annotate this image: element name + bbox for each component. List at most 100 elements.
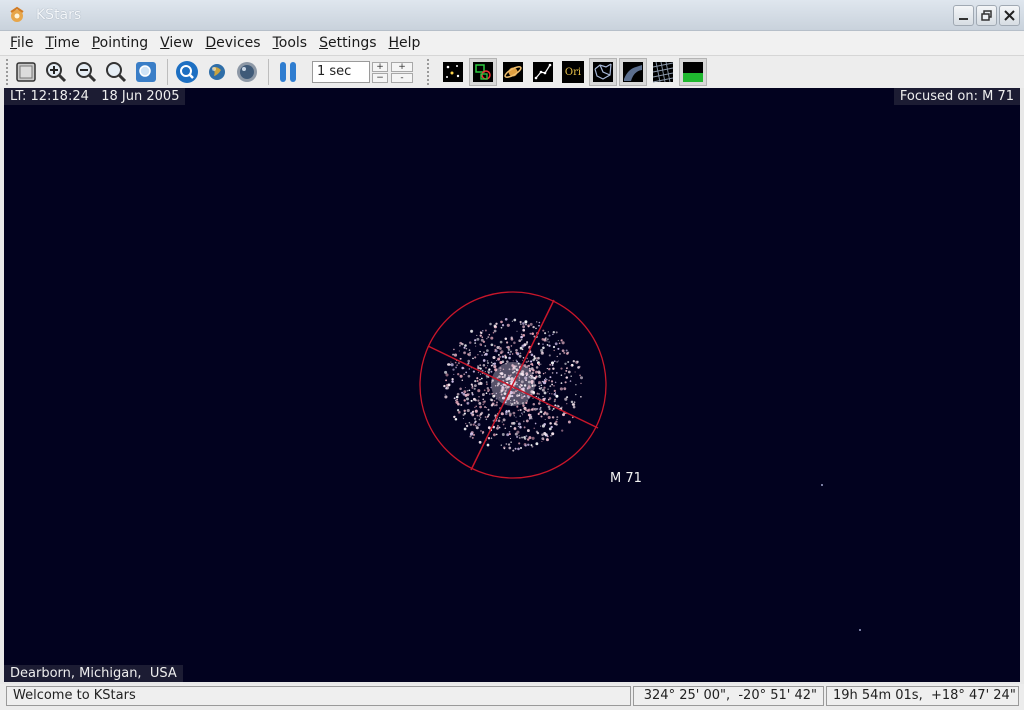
cluster-star: [501, 421, 503, 423]
cluster-star: [503, 447, 506, 450]
cluster-star: [495, 322, 498, 325]
cluster-star: [525, 360, 528, 364]
close-button[interactable]: [999, 5, 1020, 26]
menu-pointing[interactable]: Pointing: [86, 35, 154, 51]
zoom-to-angle-button[interactable]: [132, 58, 160, 86]
restore-button[interactable]: [976, 5, 997, 26]
cluster-star: [471, 386, 474, 389]
menu-view[interactable]: View: [154, 35, 199, 51]
time-step-increase-button[interactable]: +: [391, 61, 413, 72]
cluster-star: [531, 436, 535, 440]
cluster-star: [468, 368, 470, 370]
cluster-star: [552, 367, 555, 370]
cluster-star: [534, 422, 537, 425]
cluster-star: [485, 381, 488, 383]
cluster-star: [459, 387, 462, 391]
cluster-star: [452, 353, 455, 356]
cluster-star: [537, 396, 539, 398]
cluster-star: [560, 339, 563, 342]
cluster-star: [548, 334, 551, 337]
cluster-star: [552, 333, 554, 336]
cluster-star: [551, 432, 555, 436]
zoom-out-button[interactable]: [72, 58, 100, 86]
cluster-star: [566, 396, 569, 399]
cluster-star: [523, 328, 525, 331]
cluster-star: [548, 354, 551, 357]
cluster-star: [526, 429, 530, 433]
toolbar-separator: [167, 59, 168, 85]
kstars-app-icon: [8, 6, 26, 24]
cluster-star: [529, 332, 532, 335]
cluster-star: [538, 321, 541, 324]
new-window-button[interactable]: [12, 58, 40, 86]
menu-settings[interactable]: Settings: [313, 35, 382, 51]
time-step-decrease-button[interactable]: -: [391, 72, 413, 83]
toggle-coordinate-grid-button[interactable]: [649, 58, 677, 86]
cluster-star: [495, 433, 498, 436]
cluster-star: [580, 382, 582, 385]
object-name-label: M 71: [610, 471, 642, 486]
toggle-constellation-boundaries-button[interactable]: [589, 58, 617, 86]
cluster-star: [522, 404, 525, 408]
view-earth-button[interactable]: [203, 58, 231, 86]
cluster-star: [560, 382, 562, 384]
cluster-star: [496, 360, 498, 362]
cluster-star: [463, 351, 467, 355]
cluster-star: [532, 397, 534, 399]
cluster-star: [569, 380, 572, 382]
cluster-star: [567, 370, 571, 374]
menu-tools[interactable]: Tools: [267, 35, 314, 51]
cluster-star: [486, 443, 490, 447]
cluster-star: [494, 404, 496, 407]
cluster-star: [485, 383, 488, 386]
cluster-star: [506, 341, 509, 344]
cluster-star: [549, 376, 552, 379]
menu-help[interactable]: Help: [383, 35, 427, 51]
star[interactable]: [821, 484, 823, 486]
minimize-button[interactable]: [953, 5, 974, 26]
cluster-star: [492, 355, 496, 360]
cluster-star: [499, 347, 502, 350]
menu-file[interactable]: File: [4, 35, 39, 51]
cluster-star: [535, 395, 537, 398]
cluster-star: [522, 356, 525, 359]
toolbar-handle[interactable]: [427, 59, 433, 85]
cluster-star: [487, 408, 490, 411]
zoom-in-button[interactable]: [42, 58, 70, 86]
menu-time[interactable]: Time: [39, 35, 85, 51]
cluster-star: [494, 369, 497, 371]
cluster-star: [482, 330, 484, 332]
cluster-star: [530, 360, 533, 363]
cluster-star: [447, 362, 451, 367]
toggle-deep-sky-button[interactable]: [469, 58, 497, 86]
restore-icon: [981, 10, 992, 21]
cluster-star: [510, 336, 513, 339]
toggle-constellation-lines-button[interactable]: [529, 58, 557, 86]
cluster-star: [556, 355, 558, 358]
star[interactable]: [859, 629, 861, 631]
cluster-star: [579, 376, 584, 380]
cluster-star: [463, 399, 466, 402]
cluster-star: [522, 420, 525, 423]
toggle-solar-system-button[interactable]: [499, 58, 527, 86]
toggle-stars-button[interactable]: [439, 58, 467, 86]
cluster-star: [537, 363, 540, 366]
cluster-star: [543, 391, 547, 395]
sky-map[interactable]: LT: 12:18:24 18 Jun 2005 Focused on: M 7…: [4, 88, 1020, 682]
time-step-up-button[interactable]: +: [372, 61, 388, 72]
time-step-down-button[interactable]: −: [372, 72, 388, 83]
toggle-constellation-names-button[interactable]: Ori: [559, 58, 587, 86]
find-object-button[interactable]: [173, 58, 201, 86]
pause-clock-button[interactable]: [274, 58, 302, 86]
cluster-star: [499, 417, 501, 419]
default-zoom-button[interactable]: [102, 58, 130, 86]
view-moon-button[interactable]: [233, 58, 261, 86]
toggle-horizon-button[interactable]: [679, 58, 707, 86]
cluster-star: [444, 393, 446, 395]
time-step-field[interactable]: 1 sec: [312, 61, 370, 83]
menu-devices[interactable]: Devices: [199, 35, 266, 51]
cluster-star: [574, 371, 576, 373]
cluster-star: [542, 329, 545, 332]
cluster-star: [476, 334, 478, 336]
toggle-milky-way-button[interactable]: [619, 58, 647, 86]
